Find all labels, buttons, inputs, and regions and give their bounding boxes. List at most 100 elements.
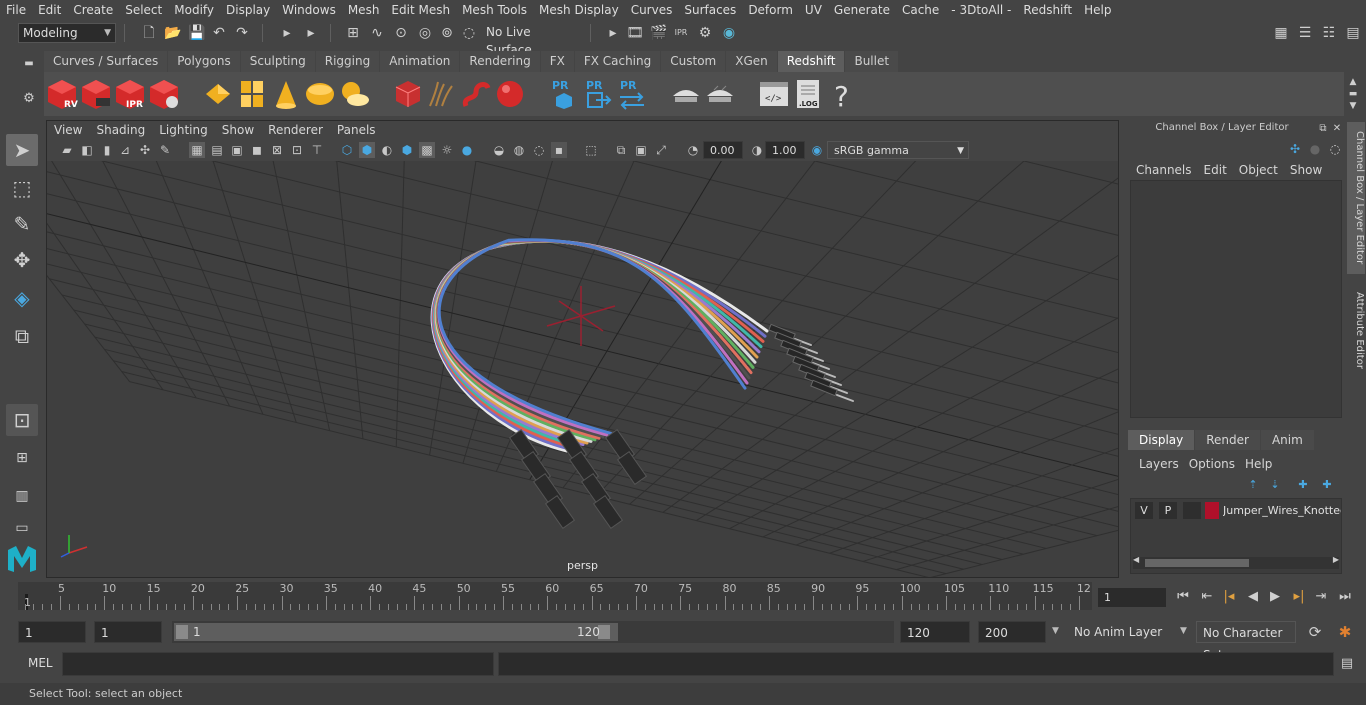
menu-surfaces[interactable]: Surfaces: [678, 0, 742, 20]
xray-icon[interactable]: ▪: [551, 142, 567, 158]
step-back-key-icon[interactable]: ⇤: [1198, 588, 1216, 606]
menu-deform[interactable]: Deform: [742, 0, 799, 20]
layout-outliner-icon[interactable]: ▥: [6, 480, 38, 512]
safe-action-icon[interactable]: ⊡: [289, 142, 305, 158]
render-settings-icon[interactable]: ⚙: [696, 24, 714, 42]
channel-box-mode-icon[interactable]: ✣: [1286, 140, 1304, 158]
pr-cube-icon[interactable]: PR: [548, 78, 580, 110]
time-slider[interactable]: 1 5 10 15 20 25 30 35 40 45 50 55 60 65 70 75 80 85 90 95 1…: [18, 582, 1092, 610]
menu-mesh[interactable]: Mesh: [342, 0, 386, 20]
redshift-batch-render-icon[interactable]: [80, 78, 112, 110]
select-object-icon[interactable]: ▸: [302, 24, 320, 42]
workspace-icon[interactable]: ▦: [1272, 24, 1290, 42]
shelf-tab-animation[interactable]: Animation: [380, 51, 460, 72]
channel-box-manip-icon[interactable]: ●: [1306, 140, 1324, 158]
shelf-tab-rigging[interactable]: Rigging: [315, 51, 380, 72]
channel-list[interactable]: [1130, 180, 1342, 418]
motion-blur-icon[interactable]: ◒: [491, 142, 507, 158]
bookmark-icon[interactable]: ▮: [99, 142, 115, 158]
ipr-render-icon[interactable]: IPR: [672, 24, 690, 42]
backface-culling-icon[interactable]: ⤢: [653, 142, 669, 158]
menu-3dtoall[interactable]: - 3DtoAll -: [945, 0, 1017, 20]
layer-tab-render[interactable]: Render: [1195, 430, 1260, 450]
viewport-menu-renderer[interactable]: Renderer: [261, 121, 330, 139]
move-tool-icon[interactable]: ✥: [6, 244, 38, 276]
redshift-volume-icon[interactable]: [392, 78, 424, 110]
layer-name[interactable]: Jumper_Wires_Knotted: [1223, 502, 1341, 519]
auto-key-icon[interactable]: ⟳: [1306, 623, 1324, 641]
menu-redshift[interactable]: Redshift: [1017, 0, 1078, 20]
snap-view-icon[interactable]: ◎: [416, 24, 434, 42]
playback-end-field[interactable]: 120: [900, 621, 970, 643]
bake-settings-icon[interactable]: [704, 78, 736, 110]
redshift-ipr-icon[interactable]: IPR: [114, 78, 146, 110]
menu-help[interactable]: Help: [1078, 0, 1117, 20]
viewport-scene[interactable]: [47, 161, 1118, 577]
snap-point-icon[interactable]: ⊙: [392, 24, 410, 42]
menu-file[interactable]: File: [0, 0, 32, 20]
select-hierarchy-icon[interactable]: ▸: [278, 24, 296, 42]
channel-show-menu[interactable]: Show: [1284, 162, 1328, 178]
camera-select-icon[interactable]: ▰: [59, 142, 75, 158]
paint-select-tool-icon[interactable]: ✎: [6, 208, 38, 240]
layer-color-swatch[interactable]: [1205, 502, 1219, 519]
layer-horizontal-scrollbar[interactable]: ◀ ▶: [1133, 555, 1339, 569]
move-layer-up-icon[interactable]: ⇡: [1244, 476, 1262, 494]
grease-pencil-icon[interactable]: ✎: [157, 142, 173, 158]
shelf-tab-polygons[interactable]: Polygons: [168, 51, 240, 72]
new-layer-icon[interactable]: ✚: [1294, 476, 1312, 494]
exposure-icon[interactable]: ◔: [685, 142, 701, 158]
scroll-left-icon[interactable]: ◀: [1133, 555, 1139, 564]
scrollbar-thumb[interactable]: [1145, 559, 1249, 567]
redshift-curve-icon[interactable]: [460, 78, 492, 110]
range-slider[interactable]: [172, 621, 894, 643]
mode-selector[interactable]: Modeling ▼: [18, 23, 116, 43]
layout-four-icon[interactable]: ⊞: [6, 442, 38, 474]
shadows-icon[interactable]: ☼: [439, 142, 455, 158]
exposure-field[interactable]: 0.00: [703, 141, 743, 159]
anim-layer-dropdown[interactable]: No Anim Layer: [1074, 621, 1162, 643]
view-transform-dropdown[interactable]: sRGB gamma ▼: [827, 141, 969, 159]
command-language-label[interactable]: MEL: [28, 656, 53, 670]
open-scene-icon[interactable]: 📂: [164, 24, 182, 42]
menu-curves[interactable]: Curves: [625, 0, 679, 20]
channels-menu[interactable]: Channels: [1130, 162, 1198, 178]
menu-generate[interactable]: Generate: [828, 0, 896, 20]
redshift-sphere-icon[interactable]: [494, 78, 526, 110]
layer-options-menu[interactable]: Options: [1184, 456, 1240, 472]
film-gate-icon[interactable]: ▤: [209, 142, 225, 158]
redo-icon[interactable]: ↷: [233, 24, 251, 42]
xray-joints-icon[interactable]: ⧉: [613, 142, 629, 158]
shelf-tab-curves-surfaces[interactable]: Curves / Surfaces: [44, 51, 168, 72]
shelf-tab-fx[interactable]: FX: [540, 51, 574, 72]
redshift-sun-sky-icon[interactable]: [338, 78, 370, 110]
shelf-tab-fx-caching[interactable]: FX Caching: [574, 51, 661, 72]
isolate-select-icon[interactable]: ⬚: [583, 142, 599, 158]
multisample-aa-icon[interactable]: ◍: [511, 142, 527, 158]
range-start-handle[interactable]: [176, 625, 188, 639]
command-input[interactable]: [62, 652, 494, 676]
play-forwards-icon[interactable]: ▶: [1266, 588, 1284, 606]
maya-logo-icon[interactable]: [6, 542, 38, 574]
help-icon[interactable]: ?: [826, 78, 858, 110]
shelf-scroll-icon[interactable]: ▲ ▬ ▼: [1344, 76, 1362, 111]
go-to-start-icon[interactable]: ⏮: [1174, 588, 1192, 606]
snap-grid-icon[interactable]: ⊞: [344, 24, 362, 42]
shelf-tab-sculpting[interactable]: Sculpting: [240, 51, 315, 72]
smooth-shade-icon[interactable]: ⬢: [359, 142, 375, 158]
redshift-proxy-icon[interactable]: [202, 78, 234, 110]
snap-surface-icon[interactable]: ⊚: [438, 24, 456, 42]
viewport-menu-panels[interactable]: Panels: [330, 121, 383, 139]
redshift-render-view-icon[interactable]: RV: [46, 78, 78, 110]
bake-tool-icon[interactable]: [670, 78, 702, 110]
redshift-settings-icon[interactable]: [148, 78, 180, 110]
rotate-tool-icon[interactable]: ◈: [6, 282, 38, 314]
menu-edit[interactable]: Edit: [32, 0, 67, 20]
lasso-select-tool-icon[interactable]: ⬚: [6, 172, 38, 204]
two-d-pan-icon[interactable]: ✣: [137, 142, 153, 158]
shelf-tab-custom[interactable]: Custom: [661, 51, 726, 72]
menu-select[interactable]: Select: [119, 0, 168, 20]
gamma-field[interactable]: 1.00: [765, 141, 805, 159]
channel-box-toggle-icon[interactable]: ▤: [1344, 24, 1362, 42]
scroll-right-icon[interactable]: ▶: [1333, 555, 1339, 564]
